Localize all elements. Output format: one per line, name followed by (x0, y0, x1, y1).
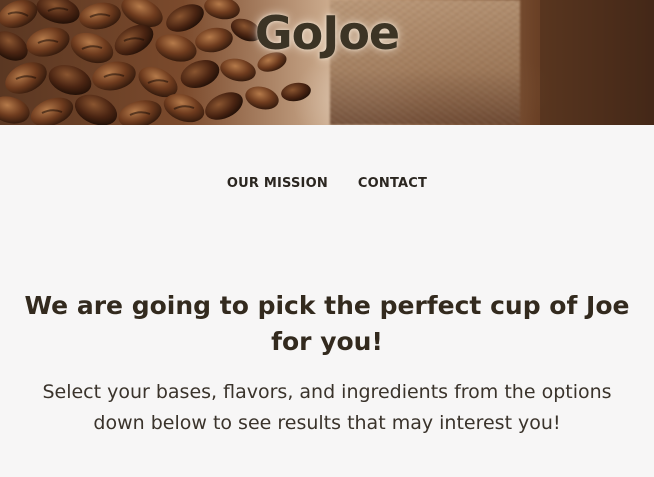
nav-contact-link[interactable]: CONTACT (358, 176, 427, 196)
main-content: We are going to pick the perfect cup of … (0, 288, 654, 439)
hero-banner: GoJoe (0, 0, 654, 125)
main-nav: OUR MISSION CONTACT (0, 176, 654, 196)
intro-description: Select your bases, flavors, and ingredie… (42, 381, 612, 434)
brand-logo-text[interactable]: GoJoe (0, 6, 654, 60)
page-heading: We are going to pick the perfect cup of … (24, 291, 630, 356)
nav-our-mission-link[interactable]: OUR MISSION (227, 176, 328, 196)
